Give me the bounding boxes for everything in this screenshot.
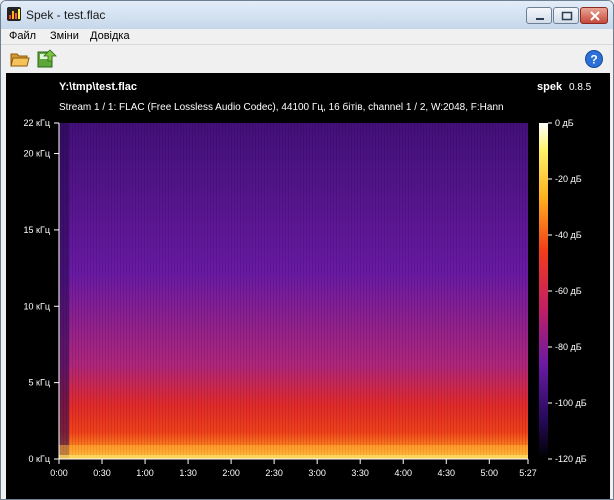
stream-info: Stream 1 / 1: FLAC (Free Lossless Audio … [59,101,504,113]
app-name: spek [537,81,563,93]
db-color-scale [539,123,548,459]
save-icon[interactable] [37,49,57,69]
title-bar[interactable]: Spek - test.flac [1,1,613,30]
spek-app-icon [7,7,21,21]
maximize-button[interactable] [553,7,579,24]
time-tick-label: 1:00 [136,468,154,478]
svg-text:?: ? [590,53,597,67]
spectrogram-view: Y:\tmp\test.flac spek 0.8.5 Stream 1 / 1… [6,73,610,499]
spectrogram-image [59,123,528,459]
time-tick-label: 3:30 [351,468,369,478]
close-icon [590,11,600,21]
db-tick-label: -60 дБ [555,286,582,296]
time-tick-label: 0:00 [50,468,68,478]
spectrogram-canvas: Y:\tmp\test.flac spek 0.8.5 Stream 1 / 1… [24,81,592,478]
db-ticks: 0 дБ -20 дБ -40 дБ -60 дБ -80 дБ -100 дБ -120 … [548,118,587,464]
time-tick-label: 3:00 [308,468,326,478]
time-ticks: 0:00 0:30 1:00 1:30 2:00 2:30 3:00 3:30 4:00 4:30… [50,459,537,478]
folder-open-icon[interactable] [10,49,30,69]
time-tick-label: 4:00 [394,468,412,478]
menu-edit[interactable]: Зміни [50,30,79,42]
freq-tick-label: 10 кГц [24,301,50,311]
db-tick-label: -80 дБ [555,342,582,352]
db-tick-label: -120 дБ [555,454,587,464]
freq-tick-label: 5 кГц [29,378,50,388]
time-tick-label: 2:00 [222,468,240,478]
time-tick-label: 1:30 [179,468,197,478]
menu-file[interactable]: Файл [9,30,36,42]
db-tick-label: -100 дБ [555,398,587,408]
menu-bar: Файл Зміни Довідка [1,29,613,44]
toolbar: ? [1,44,613,73]
menu-help[interactable]: Довідка [90,30,130,42]
app-window: Spek - test.flac Файл Зміни Довідка ? Y:… [0,0,614,500]
time-tick-label: 5:00 [481,468,499,478]
db-tick-label: -40 дБ [555,230,582,240]
close-button[interactable] [580,7,608,24]
freq-tick-label: 20 кГц [24,149,50,159]
minimize-icon [536,18,544,20]
freq-tick-label: 0 кГц [29,454,50,464]
maximize-icon [561,11,573,21]
minimize-button[interactable] [526,7,552,24]
freq-tick-label: 15 кГц [24,225,50,235]
freq-ticks: 22 кГц 20 кГц 15 кГц 10 кГц 5 кГц 0 кГц [24,118,59,464]
db-tick-label: -20 дБ [555,174,582,184]
help-icon[interactable]: ? [584,49,604,69]
time-tick-label: 5:27 [519,468,537,478]
window-title: Spek - test.flac [26,8,106,22]
file-name: Y:\tmp\test.flac [59,81,137,93]
time-tick-label: 0:30 [93,468,111,478]
db-tick-label: 0 дБ [555,118,574,128]
time-tick-label: 2:30 [265,468,283,478]
time-tick-label: 4:30 [437,468,455,478]
app-version: 0.8.5 [569,82,592,93]
freq-tick-label: 22 кГц [24,118,50,128]
